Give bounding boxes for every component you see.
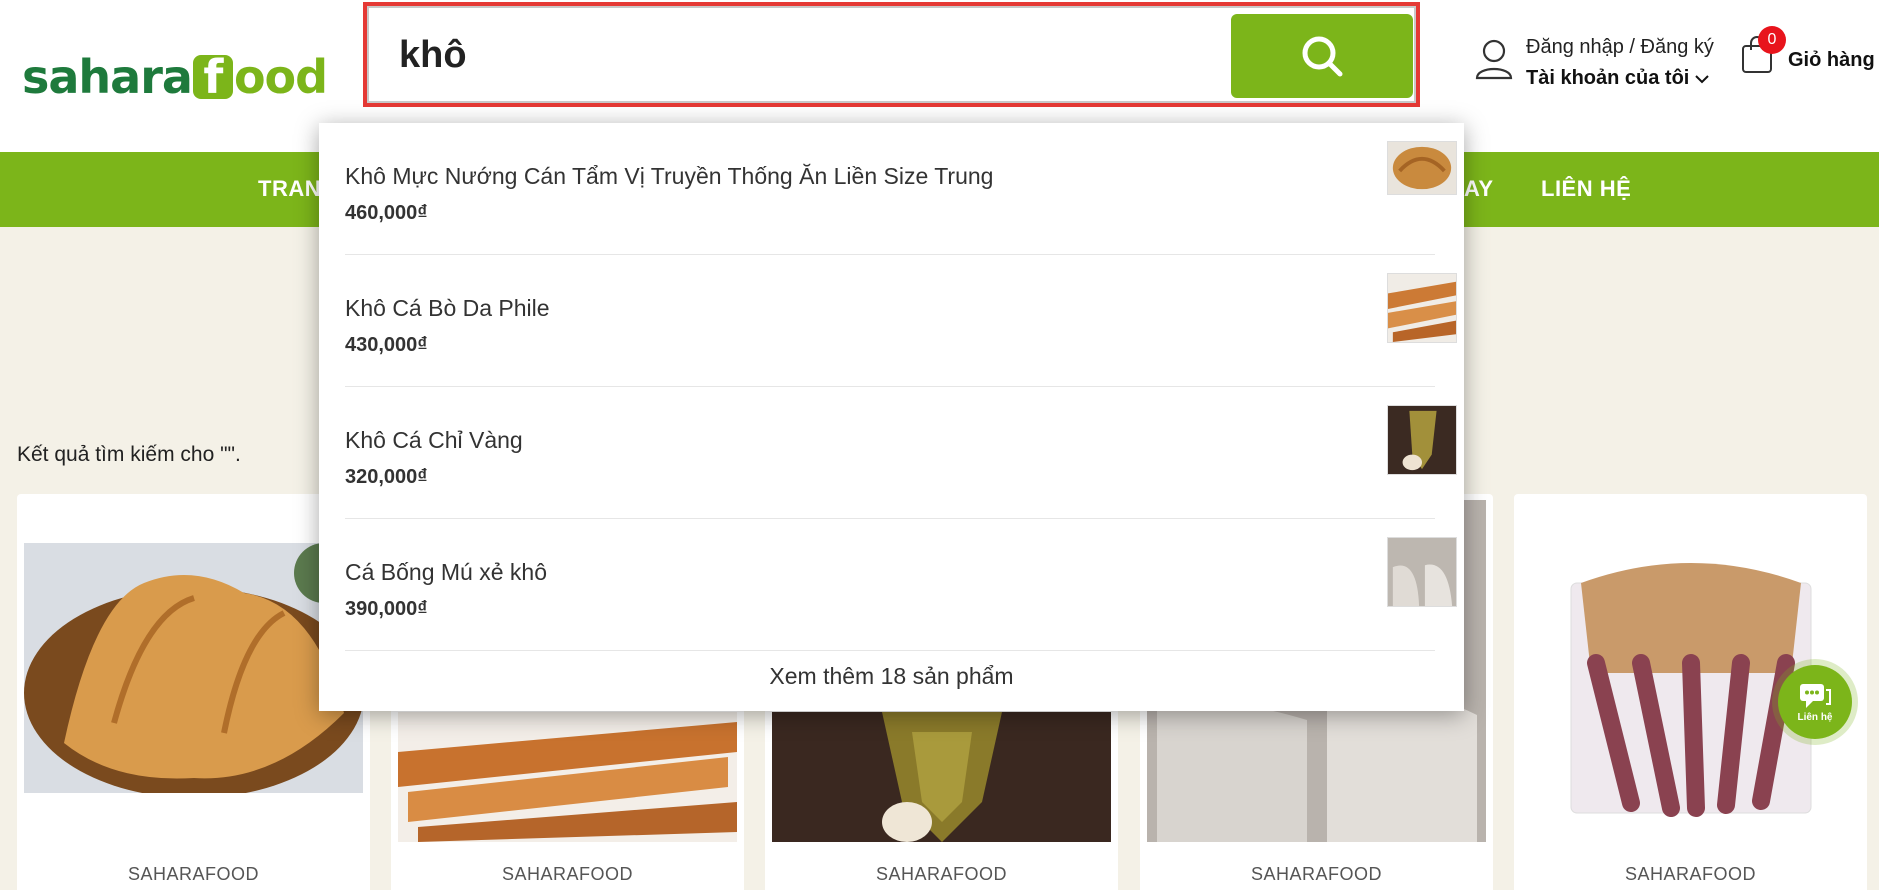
suggestion-name: Cá Bống Mú xẻ khô [345,559,548,585]
product-brand: SAHARAFOOD [501,864,634,884]
account-menu[interactable]: Đăng nhập / Đăng ký Tài khoản của tôi [1474,36,1714,90]
chat-icon [1800,683,1831,708]
user-icon [1475,39,1513,80]
cart-count-badge: 0 [1758,26,1786,54]
view-more-link[interactable]: Xem thêm 18 sản phẩm [319,663,1464,690]
suggestion-name: Khô Cá Bò Da Phile [345,295,550,321]
suggestion-price: 390,000₫ [345,598,428,620]
suggestion-item[interactable]: Khô Cá Chỉ Vàng 320,000₫ [345,387,1457,519]
cart-label: Giỏ hàng [1788,48,1875,71]
search-box [367,6,1416,103]
product-brand: SAHARAFOOD [1624,864,1757,884]
suggestion-thumbnail [1387,141,1457,195]
suggestion-thumbnail [1387,405,1457,475]
suggestion-price: 320,000₫ [345,466,428,488]
suggestion-name: Khô Cá Chỉ Vàng [345,427,523,453]
search-results-heading: Kết quả tìm kiếm cho "". [17,443,241,466]
product-brand: SAHARAFOOD [1250,864,1383,884]
chevron-down-icon [1695,74,1710,83]
nav-item-home[interactable]: TRAN [258,176,321,202]
product-brand: SAHARAFOOD [875,864,1008,884]
login-register-link[interactable]: Đăng nhập / Đăng ký [1526,36,1714,59]
suggestion-price: 460,000₫ [345,202,428,224]
suggestion-name: Khô Mực Nướng Cán Tẩm Vị Truyền Thống Ăn… [345,163,994,189]
contact-label: Liên hệ [1797,711,1833,723]
suggestion-thumbnail [1387,273,1457,343]
product-image [24,543,363,793]
nav-item-contact[interactable]: LIÊN HỆ [1541,176,1631,202]
cart-link[interactable]: 0 Giỏ hàng [1740,26,1875,74]
nav-item-partial[interactable]: AY [1464,176,1494,202]
shopping-bag-icon: 0 [1740,26,1786,74]
search-suggestions-dropdown: Khô Mực Nướng Cán Tẩm Vị Truyền Thống Ăn… [319,123,1464,711]
site-logo[interactable]: sahara f ood [22,50,328,104]
product-image [398,712,737,842]
suggestion-price: 430,000₫ [345,334,428,356]
search-input[interactable] [399,22,1249,88]
suggestion-item[interactable]: Cá Bống Mú xẻ khô 390,000₫ [345,519,1457,651]
my-account-link[interactable]: Tài khoản của tôi [1526,67,1714,90]
suggestion-item[interactable]: Khô Mực Nướng Cán Tẩm Vị Truyền Thống Ăn… [345,123,1457,255]
contact-float-button[interactable]: Liên hệ [1772,659,1858,745]
product-card[interactable]: SAHARAFOOD [17,494,370,890]
product-brand: SAHARAFOOD [127,864,260,884]
suggestion-item[interactable]: Khô Cá Bò Da Phile 430,000₫ [345,255,1457,387]
suggestion-thumbnail [1387,537,1457,607]
product-image [772,712,1111,842]
search-button[interactable] [1231,14,1413,98]
search-icon [1302,36,1343,77]
